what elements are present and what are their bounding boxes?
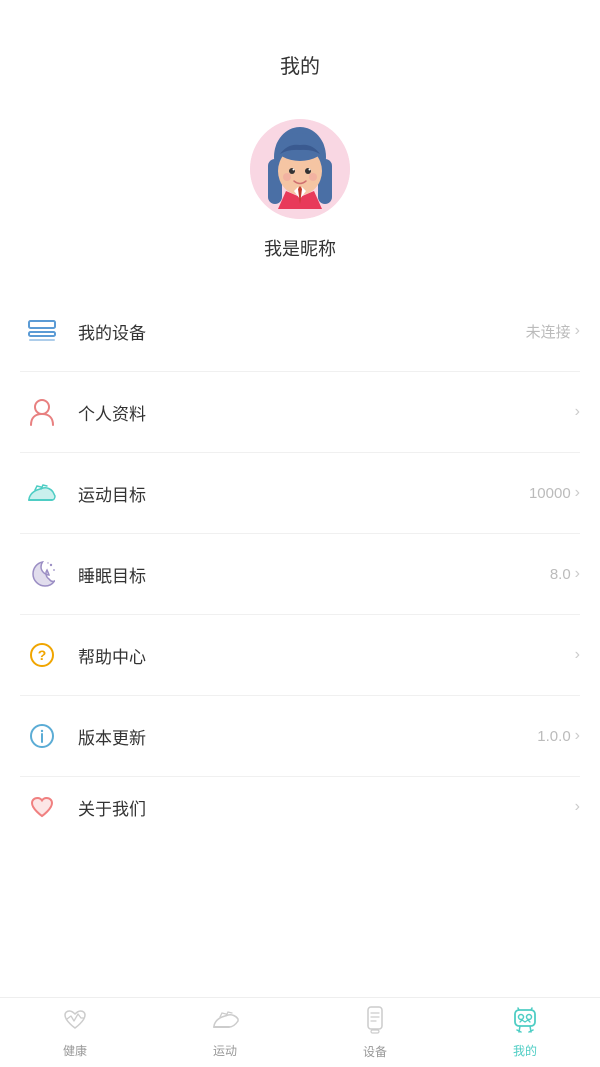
nav-item-device[interactable]: 设备: [300, 998, 450, 1067]
profile-section: 我是昵称: [0, 99, 600, 291]
menu-item-version[interactable]: 版本更新 1.0.0 ›: [20, 696, 580, 777]
info-icon: [20, 714, 64, 758]
profile-label: 个人资料: [78, 400, 571, 425]
about-arrow: ›: [575, 798, 580, 816]
nav-item-mine[interactable]: 我的: [450, 998, 600, 1067]
menu-item-device[interactable]: 我的设备 未连接 ›: [20, 291, 580, 372]
help-icon: ?: [20, 633, 64, 677]
health-nav-label: 健康: [63, 1042, 87, 1059]
sleep-value: 8.0: [550, 566, 571, 583]
device-label: 我的设备: [78, 319, 526, 344]
avatar[interactable]: [250, 119, 350, 219]
sport-nav-label: 运动: [213, 1042, 237, 1059]
help-arrow: ›: [575, 646, 580, 664]
device-nav-icon: [364, 1006, 386, 1039]
svg-text:?: ?: [38, 647, 47, 663]
header-title-text: 我的: [280, 56, 320, 78]
about-label: 关于我们: [78, 795, 571, 820]
exercise-value: 10000: [529, 485, 571, 502]
page-title: 我的: [0, 0, 600, 99]
exercise-label: 运动目标: [78, 481, 529, 506]
help-label: 帮助中心: [78, 643, 571, 668]
menu-item-sleep[interactable]: 睡眠目标 8.0 ›: [20, 534, 580, 615]
sleep-label: 睡眠目标: [78, 562, 550, 587]
version-arrow: ›: [575, 727, 580, 745]
bottom-nav: 健康 运动 设备: [0, 997, 600, 1067]
version-value: 1.0.0: [537, 728, 570, 745]
menu-list: 我的设备 未连接 › 个人资料 › 运动目标 10000 ›: [0, 291, 600, 827]
version-label: 版本更新: [78, 724, 537, 749]
device-arrow: ›: [575, 322, 580, 340]
mine-nav-label: 我的: [513, 1042, 537, 1059]
exercise-arrow: ›: [575, 484, 580, 502]
device-nav-label: 设备: [363, 1043, 387, 1060]
sleep-arrow: ›: [575, 565, 580, 583]
menu-item-help[interactable]: ? 帮助中心 ›: [20, 615, 580, 696]
device-value: 未连接: [526, 321, 571, 342]
profile-arrow: ›: [575, 403, 580, 421]
menu-item-about[interactable]: 关于我们 ›: [20, 777, 580, 827]
menu-item-profile[interactable]: 个人资料 ›: [20, 372, 580, 453]
menu-item-exercise[interactable]: 运动目标 10000 ›: [20, 453, 580, 534]
person-icon: [20, 390, 64, 434]
device-icon: [20, 309, 64, 353]
shoe-icon: [20, 471, 64, 515]
health-nav-icon: [62, 1007, 88, 1038]
username-label: 我是昵称: [264, 235, 336, 261]
heart-icon: [20, 785, 64, 827]
nav-item-health[interactable]: 健康: [0, 998, 150, 1067]
mine-nav-icon: [511, 1007, 539, 1038]
nav-item-sport[interactable]: 运动: [150, 998, 300, 1067]
moon-icon: [20, 552, 64, 596]
sport-nav-icon: [211, 1007, 239, 1038]
